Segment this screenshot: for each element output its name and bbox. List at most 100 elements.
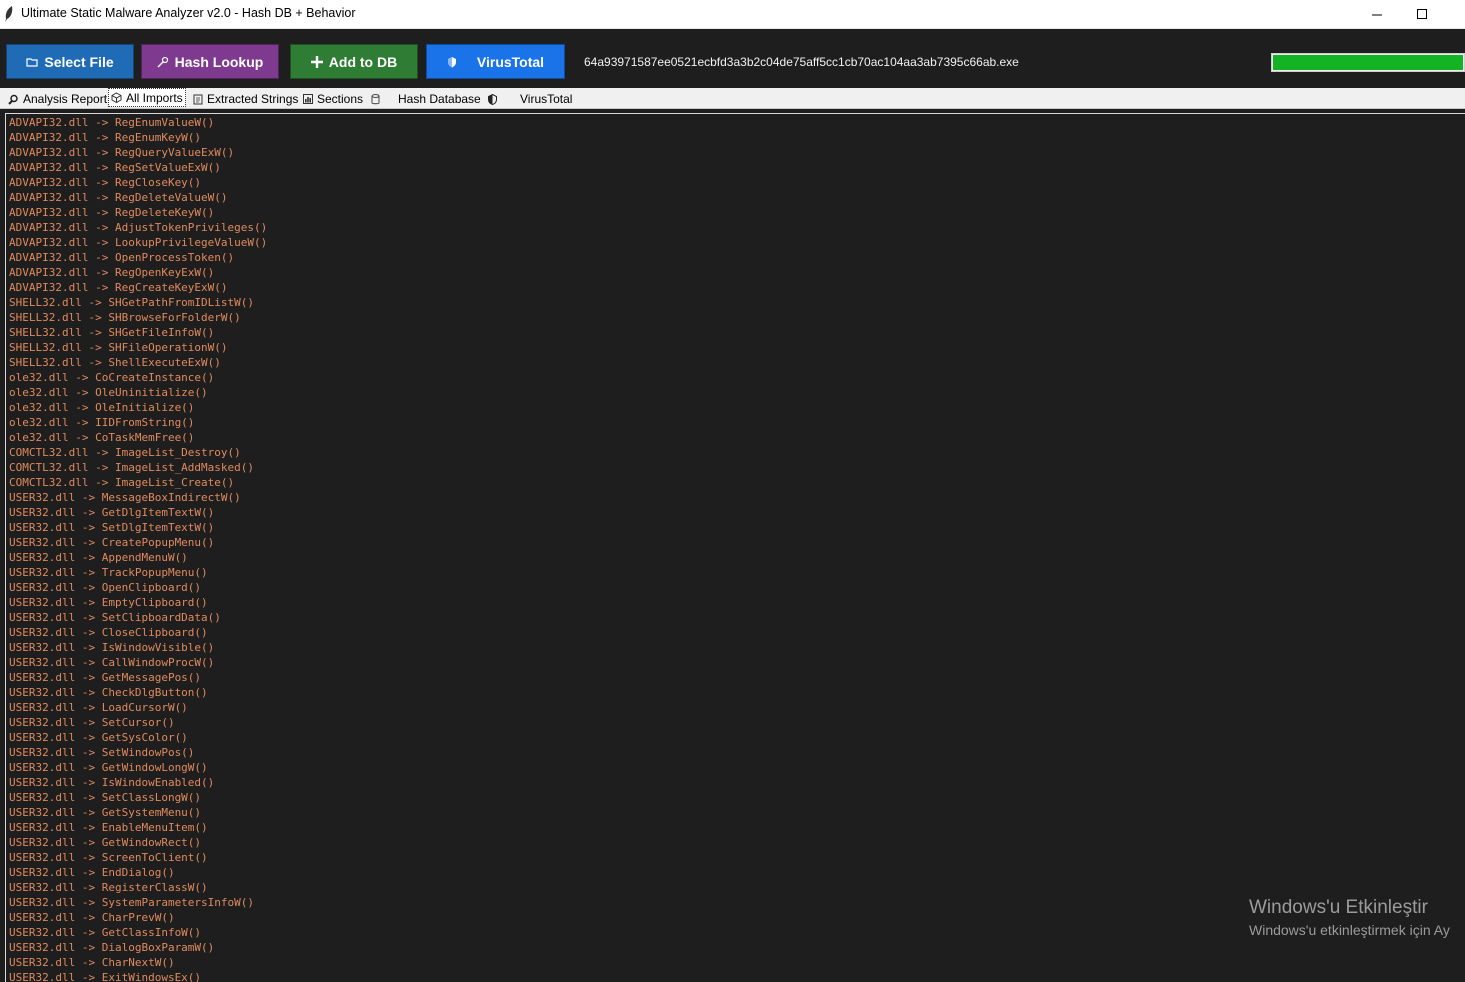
import-line: USER32.dll -> IsWindowVisible() [9, 641, 215, 654]
plus-icon [310, 55, 323, 68]
import-line: COMCTL32.dll -> ImageList_Create() [9, 476, 235, 489]
import-line: ADVAPI32.dll -> OpenProcessToken() [9, 251, 235, 264]
import-line: USER32.dll -> IsWindowEnabled() [9, 776, 215, 789]
import-line: USER32.dll -> GetWindowLongW() [9, 761, 208, 774]
key-icon [157, 56, 169, 68]
import-line: USER32.dll -> MessageBoxIndirectW() [9, 491, 241, 504]
import-line: USER32.dll -> ScreenToClient() [9, 851, 208, 864]
import-line: USER32.dll -> SetClipboardData() [9, 611, 221, 624]
shield-icon [488, 93, 497, 105]
import-line: COMCTL32.dll -> ImageList_Destroy() [9, 446, 241, 459]
import-line: COMCTL32.dll -> ImageList_AddMasked() [9, 461, 255, 474]
import-line: USER32.dll -> CreatePopupMenu() [9, 536, 215, 549]
import-line: USER32.dll -> EnableMenuItem() [9, 821, 208, 834]
tab-label: VirusTotal [520, 92, 573, 106]
import-line: ole32.dll -> OleUninitialize() [9, 386, 208, 399]
activation-watermark-text: Windows'u etkinleştirmek için Ay [1249, 922, 1450, 938]
import-line: USER32.dll -> EmptyClipboard() [9, 596, 208, 609]
import-line: ADVAPI32.dll -> LookupPrivilegeValueW() [9, 236, 268, 249]
import-line: ADVAPI32.dll -> RegCreateKeyExW() [9, 281, 228, 294]
import-line: ADVAPI32.dll -> RegSetValueExW() [9, 161, 221, 174]
import-line: USER32.dll -> SetClassLongW() [9, 791, 202, 804]
import-line: USER32.dll -> CharNextW() [9, 956, 175, 969]
import-line: ole32.dll -> CoTaskMemFree() [9, 431, 195, 444]
import-line: SHELL32.dll -> SHGetFileInfoW() [9, 326, 215, 339]
import-line: ADVAPI32.dll -> RegDeleteKeyW() [9, 206, 215, 219]
tab-label: All Imports [126, 90, 183, 105]
shield-icon [447, 56, 457, 68]
minimize-button[interactable] [1354, 0, 1400, 29]
tab-analysis-report[interactable]: Analysis Report [6, 90, 109, 108]
import-line: USER32.dll -> GetMessagePos() [9, 671, 202, 684]
import-line: ADVAPI32.dll -> RegEnumValueW() [9, 116, 215, 129]
import-line: ADVAPI32.dll -> RegQueryValueExW() [9, 146, 235, 159]
import-line: ADVAPI32.dll -> RegDeleteValueW() [9, 191, 228, 204]
import-line: SHELL32.dll -> ShellExecuteExW() [9, 356, 221, 369]
import-line: USER32.dll -> CheckDlgButton() [9, 686, 208, 699]
window-title: Ultimate Static Malware Analyzer v2.0 - … [21, 6, 356, 20]
tab-hash-database[interactable]: Hash Database [369, 90, 483, 108]
maximize-icon [1416, 5, 1428, 24]
package-icon [111, 92, 122, 103]
import-line: USER32.dll -> GetClassInfoW() [9, 926, 202, 939]
import-line: ole32.dll -> IIDFromString() [9, 416, 195, 429]
import-line: ole32.dll -> CoCreateInstance() [9, 371, 215, 384]
tab-label: Extracted Strings [207, 92, 299, 106]
import-line: USER32.dll -> OpenClipboard() [9, 581, 202, 594]
magnifier-icon [8, 94, 19, 105]
feather-icon [4, 6, 14, 22]
imports-text-area[interactable]: ADVAPI32.dll -> RegEnumValueW() ADVAPI32.… [5, 113, 1465, 982]
add-to-db-label: Add to DB [328, 53, 398, 70]
import-line: USER32.dll -> CallWindowProcW() [9, 656, 215, 669]
import-line: ole32.dll -> OleInitialize() [9, 401, 195, 414]
import-line: USER32.dll -> DialogBoxParamW() [9, 941, 215, 954]
memo-icon [193, 94, 203, 105]
activation-watermark-title: Windows'u Etkinleştir [1249, 897, 1428, 918]
import-line: USER32.dll -> SetCursor() [9, 716, 175, 729]
virustotal-label: VirusTotal [476, 53, 545, 70]
import-line: USER32.dll -> AppendMenuW() [9, 551, 188, 564]
import-line: USER32.dll -> RegisterClassW() [9, 881, 208, 894]
import-line: ADVAPI32.dll -> RegEnumKeyW() [9, 131, 202, 144]
import-line: USER32.dll -> SetWindowPos() [9, 746, 195, 759]
select-file-label: Select File [44, 53, 114, 70]
progress-fill [1273, 55, 1463, 70]
import-line: USER32.dll -> ExitWindowsEx() [9, 971, 202, 982]
import-line: ADVAPI32.dll -> AdjustTokenPrivileges() [9, 221, 268, 234]
add-to-db-button[interactable]: Add to DB [290, 44, 418, 79]
tab-all-imports[interactable]: All Imports [108, 88, 186, 107]
import-line: SHELL32.dll -> SHGetPathFromIDListW() [9, 296, 255, 309]
tab-virustotal[interactable]: VirusTotal [486, 90, 574, 108]
import-line: USER32.dll -> GetDlgItemTextW() [9, 506, 215, 519]
hash-lookup-label: Hash Lookup [174, 53, 264, 70]
import-line: USER32.dll -> TrackPopupMenu() [9, 566, 208, 579]
select-file-button[interactable]: Select File [6, 44, 134, 79]
import-line: USER32.dll -> CloseClipboard() [9, 626, 208, 639]
import-line: USER32.dll -> SetDlgItemTextW() [9, 521, 215, 534]
virustotal-button[interactable]: VirusTotal [426, 44, 565, 79]
import-line: USER32.dll -> GetSystemMenu() [9, 806, 202, 819]
tab-sections[interactable]: Sections [301, 90, 365, 108]
title-bar: Ultimate Static Malware Analyzer v2.0 - … [0, 0, 1465, 29]
selected-file-name: 64a93971587ee0521ecbfd3a3b2c04de75aff5cc… [584, 55, 1019, 69]
import-line: ADVAPI32.dll -> RegOpenKeyExW() [9, 266, 215, 279]
chart-icon [303, 94, 313, 104]
minimize-icon [1371, 5, 1383, 24]
maximize-button[interactable] [1399, 0, 1445, 29]
import-line: USER32.dll -> CharPrevW() [9, 911, 175, 924]
database-icon [371, 93, 380, 105]
tab-label: Analysis Report [23, 92, 108, 106]
import-line: SHELL32.dll -> SHBrowseForFolderW() [9, 311, 241, 324]
tab-extracted-strings[interactable]: Extracted Strings [191, 90, 300, 108]
import-line: SHELL32.dll -> SHFileOperationW() [9, 341, 228, 354]
hash-lookup-button[interactable]: Hash Lookup [141, 44, 279, 79]
import-line: USER32.dll -> GetWindowRect() [9, 836, 202, 849]
toolbar: Select File Hash Lookup Add to DB VirusT… [0, 29, 1465, 88]
import-line: USER32.dll -> SystemParametersInfoW() [9, 896, 255, 909]
import-line: USER32.dll -> LoadCursorW() [9, 701, 188, 714]
tab-label: Sections [317, 92, 364, 106]
folder-icon [26, 57, 38, 67]
import-line: ADVAPI32.dll -> RegCloseKey() [9, 176, 202, 189]
tab-label: Hash Database [398, 92, 481, 106]
tab-bar: Analysis Report All Imports Extracted St… [0, 88, 1465, 109]
